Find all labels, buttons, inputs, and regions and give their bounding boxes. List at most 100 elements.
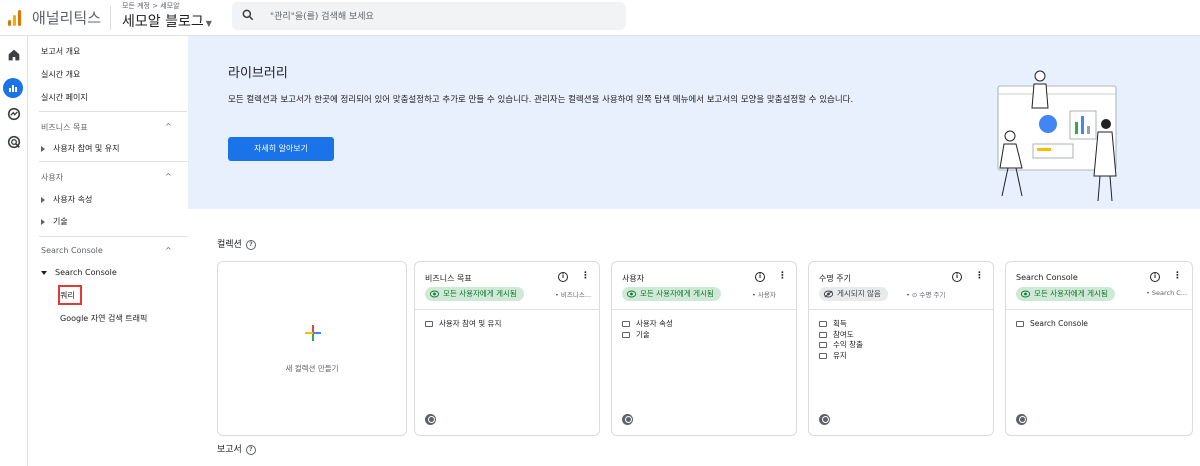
folder-icon [622, 331, 630, 338]
advertising-icon[interactable] [6, 134, 22, 150]
sidebar-item-organic-search-traffic[interactable]: Google 자연 검색 트래픽 [60, 313, 147, 324]
highlight-box [58, 285, 82, 305]
collection-meta-text: 사용자 [757, 291, 776, 299]
info-icon[interactable]: i [558, 272, 568, 282]
more-vert-icon[interactable]: ⋮ [581, 271, 590, 281]
app-name: 애널리틱스 [32, 9, 102, 27]
search-input[interactable]: "관리"을(를) 검색해 보세요 [232, 2, 626, 30]
collection-card[interactable]: 수명 주기 i ⋮ 게시되지 않음 • ⊙ 수명 주기 획득 참여도 수익 창출… [808, 261, 994, 436]
status-text: 게시되지 않음 [837, 289, 881, 298]
collection-meta: • ⊙ 수명 주기 [906, 291, 946, 299]
reports-sidebar: 보고서 개요 실시간 개요 실시간 페이지 비즈니스 목표 ^ 사용자 참여 및… [29, 36, 187, 466]
card-divider [809, 309, 993, 310]
info-icon[interactable]: i [1150, 272, 1160, 282]
collapse-arrow-icon [41, 270, 47, 275]
folder-icon [425, 321, 433, 327]
help-icon[interactable]: ? [245, 444, 256, 455]
folder-item: 획득 [819, 319, 863, 330]
folder-item: 수익 창출 [819, 340, 863, 351]
expand-arrow-icon [41, 145, 45, 152]
sidebar-item-label: 사용자 참여 및 유지 [53, 144, 120, 153]
more-vert-icon[interactable]: ⋮ [1173, 271, 1182, 281]
section-business-goals[interactable]: 비즈니스 목표 [41, 122, 88, 133]
sidebar-item-label: 기술 [53, 217, 68, 226]
sidebar-item-label: Search Console [55, 268, 117, 277]
chevron-down-icon: ▼ [205, 19, 212, 28]
explore-icon[interactable] [6, 106, 22, 122]
sidebar-divider [39, 161, 187, 162]
folder-icon [622, 321, 630, 327]
sidebar-item-search-console[interactable]: Search Console [41, 268, 117, 277]
collection-card[interactable]: 사용자 i ⋮ 모든 사용자에게 게시됨 • 사용자 사용자 속성 기술 [611, 261, 797, 436]
info-icon[interactable]: i [755, 272, 765, 282]
new-collection-label: 새 컬렉션 만들기 [285, 364, 339, 373]
page-title: 라이브러리 [228, 66, 288, 81]
reports-icon [9, 85, 17, 92]
folder-list: Search Console [1016, 319, 1088, 330]
sidebar-divider [39, 111, 187, 112]
help-icon[interactable]: ? [245, 239, 256, 250]
status-text: 모든 사용자에게 게시됨 [640, 289, 714, 298]
folder-label: 유지 [833, 350, 847, 360]
home-icon[interactable] [6, 47, 22, 63]
sidebar-item-engagement-retention[interactable]: 사용자 참여 및 유지 [41, 143, 120, 154]
header-divider [110, 6, 111, 30]
plus-icon [305, 325, 321, 341]
sidebar-item-reports-overview[interactable]: 보고서 개요 [41, 46, 80, 57]
collection-card[interactable]: 비즈니스 목표 i ⋮ 모든 사용자에게 게시됨 • 비즈니스... 사용자 참… [414, 261, 600, 436]
chevron-up-icon[interactable]: ^ [165, 122, 172, 131]
card-divider [612, 309, 796, 310]
chevron-up-icon[interactable]: ^ [165, 172, 172, 181]
eye-icon [627, 290, 636, 298]
collections-heading: 컬렉션? [217, 237, 256, 250]
search-placeholder: "관리"을(를) 검색해 보세요 [270, 12, 374, 22]
collection-title: 수명 주기 [819, 274, 851, 283]
eye-off-icon [824, 290, 833, 298]
collection-card[interactable]: Search Console i ⋮ 모든 사용자에게 게시됨 • Search… [1005, 261, 1193, 436]
learn-more-button[interactable]: 자세히 알아보기 [228, 137, 334, 161]
more-vert-icon[interactable]: ⋮ [975, 271, 984, 281]
folder-item: 사용자 참여 및 유지 [425, 319, 501, 330]
sidebar-item-user-attributes[interactable]: 사용자 속성 [41, 194, 92, 205]
folder-list: 사용자 참여 및 유지 [425, 319, 501, 330]
folder-icon [819, 352, 827, 359]
collection-title: Search Console [1016, 273, 1078, 282]
globe-icon [622, 414, 633, 425]
info-icon[interactable]: i [952, 272, 962, 282]
eye-icon [1021, 290, 1030, 298]
folder-item: 기술 [622, 330, 673, 341]
property-selector[interactable]: 세모알 블로그 ▼ [122, 11, 212, 31]
collection-meta: • 비즈니스... [555, 291, 592, 299]
top-app-bar: 애널리틱스 모든 계정 > 세모알 세모알 블로그 ▼ "관리"을(를) 검색해 … [0, 0, 1200, 36]
chevron-up-icon[interactable]: ^ [165, 246, 172, 255]
section-user[interactable]: 사용자 [41, 172, 63, 183]
analytics-logo-icon[interactable] [8, 10, 22, 26]
folder-item: 사용자 속성 [622, 319, 673, 330]
library-banner: 라이브러리 모든 컬렉션과 보고서가 한곳에 정리되어 있어 맞춤설정하고 추가… [188, 36, 1200, 209]
collection-meta: • 사용자 [752, 291, 776, 299]
status-badge: 모든 사용자에게 게시됨 [1016, 287, 1115, 301]
folder-item: 유지 [819, 351, 863, 362]
collection-meta: • Search C... [1146, 289, 1188, 297]
banner-description: 모든 컬렉션과 보고서가 한곳에 정리되어 있어 맞춤설정하고 추가로 만들 수… [228, 95, 854, 105]
status-badge: 게시되지 않음 [819, 287, 888, 301]
new-collection-card[interactable]: 새 컬렉션 만들기 [217, 261, 407, 436]
globe-icon [819, 414, 830, 425]
folder-label: 사용자 참여 및 유지 [439, 319, 502, 328]
more-vert-icon[interactable]: ⋮ [778, 271, 787, 281]
section-search-console[interactable]: Search Console [41, 246, 103, 255]
folder-icon [819, 331, 827, 338]
expand-arrow-icon [41, 196, 45, 203]
account-breadcrumb[interactable]: 모든 계정 > 세모알 [122, 1, 180, 11]
sidebar-item-tech[interactable]: 기술 [41, 216, 68, 227]
sidebar-divider [39, 236, 187, 237]
left-rail [0, 36, 28, 466]
reports-nav-button[interactable] [3, 78, 23, 98]
sidebar-item-realtime-pages[interactable]: 실시간 페이지 [41, 92, 88, 103]
folder-icon [819, 321, 827, 327]
sidebar-item-realtime-overview[interactable]: 실시간 개요 [41, 69, 80, 80]
folder-label: 참여도 [833, 329, 854, 339]
folder-icon [1016, 321, 1024, 327]
sidebar-item-label: 사용자 속성 [53, 195, 93, 204]
collections-title: 컬렉션 [217, 240, 242, 250]
